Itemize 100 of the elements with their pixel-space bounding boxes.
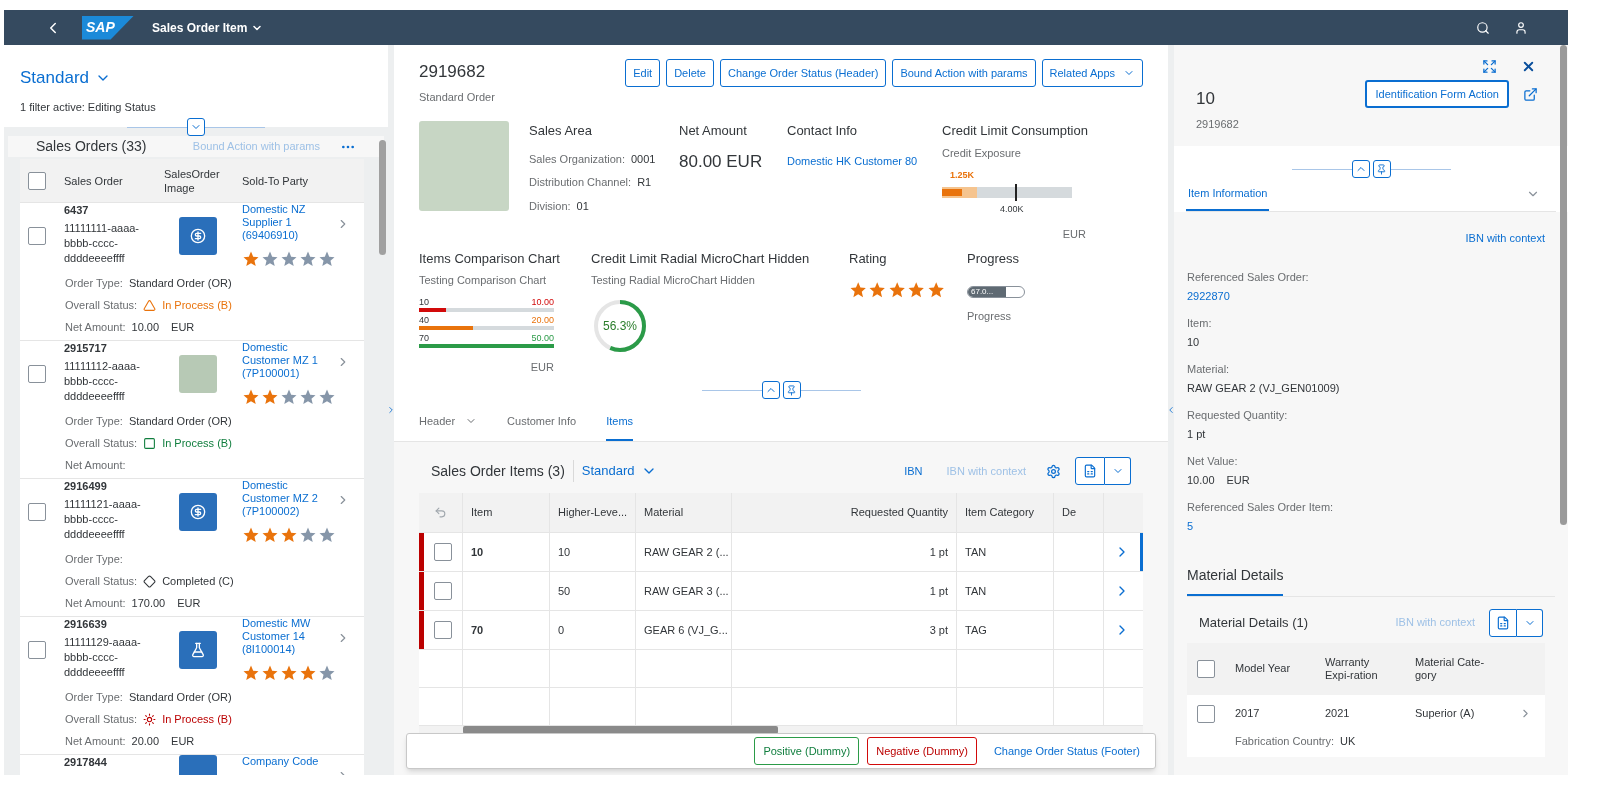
field-value: RAW GEAR 2 (VJ_GEN01009) [1187, 381, 1341, 396]
column-header: De [1054, 493, 1104, 532]
column-header: Item Category [957, 493, 1054, 532]
checkbox[interactable] [28, 502, 46, 521]
variant-selector[interactable]: Standard [581, 461, 657, 481]
footer-button[interactable]: Change Order Status (Footer) [984, 737, 1149, 765]
party-link[interactable]: Company Code [242, 755, 334, 768]
field-label: Fabrication Country: [1235, 733, 1335, 749]
ibn-link[interactable]: IBN with context [1465, 230, 1545, 247]
fullscreen-icon[interactable] [1482, 59, 1497, 74]
field-link[interactable]: 5 [1187, 518, 1194, 535]
export-button[interactable] [1075, 457, 1105, 485]
chevron-right-icon[interactable] [386, 405, 396, 415]
checkbox[interactable] [434, 582, 452, 600]
field-label: Net Value: [1187, 453, 1239, 469]
currency: EUR [171, 733, 195, 749]
table-cell-text: 1 pt [929, 583, 948, 599]
table-cell-text: 0 [558, 622, 565, 638]
checkbox[interactable] [28, 171, 46, 190]
header-action-button[interactable]: Related Apps [1041, 59, 1143, 87]
order-id: 11111121-aaaa-bbbb-cccc-ddddeeeeffff [64, 497, 142, 542]
currency: EUR [1226, 473, 1250, 488]
footer-button[interactable]: Positive (Dummy) [754, 737, 860, 765]
party-link[interactable]: Domestic Customer MZ 1 (7P100001) [242, 341, 334, 380]
scrollbar[interactable] [379, 140, 386, 255]
field-label: Order Type: [65, 275, 123, 291]
bar-value: 10.00 [531, 296, 554, 307]
order-id: 11111111-aaaa-bbbb-cccc-ddddeeeeffff [64, 221, 141, 266]
pin-button[interactable] [782, 381, 801, 399]
order-number: 2915717 [64, 341, 108, 356]
footer-button[interactable]: Negative (Dummy) [867, 737, 977, 765]
app-title-menu[interactable]: Sales Order Item [152, 18, 264, 37]
party-link[interactable]: Domestic MW Customer 14 (8I100014) [242, 617, 334, 656]
header-action-button[interactable]: Bound Action with params [892, 59, 1036, 87]
field-label: Order Type: [65, 551, 123, 567]
field-label: Order Type: [65, 689, 123, 705]
toolbar-button[interactable]: IBN [904, 462, 923, 480]
status-text: In Process (B) [162, 297, 232, 313]
column-header: Warranty Expi-ration [1325, 655, 1379, 682]
table-cell-text: 3 pt [929, 622, 948, 638]
table-cell-text: 50 [558, 583, 571, 599]
scrollbar[interactable] [1560, 45, 1567, 525]
facet-subtitle: Testing Comparison Chart [419, 273, 548, 288]
export-button[interactable] [1489, 608, 1517, 637]
pin-button[interactable] [1372, 160, 1391, 178]
chevron-left-icon[interactable] [1166, 405, 1176, 415]
field-label: Requested Quantity: [1187, 407, 1289, 423]
radial-value: 56.3% [603, 318, 637, 333]
search-icon[interactable] [1476, 20, 1490, 35]
party-link[interactable]: Domestic Customer MZ 2 (7P100002) [242, 479, 334, 518]
triangle-icon [143, 298, 157, 312]
party-link[interactable]: Domestic NZ Supplier 1 (69406910) [242, 203, 334, 242]
header-action-button[interactable]: Delete [666, 59, 714, 87]
star-icon [280, 250, 298, 268]
checkbox[interactable] [434, 543, 452, 561]
dropdown-button[interactable] [1105, 457, 1131, 485]
field-value: 20.00 [131, 733, 160, 749]
order-number: 2916639 [64, 617, 108, 632]
anchor-tab[interactable]: Customer Info [507, 403, 577, 441]
column-header: Sold-To Party [242, 173, 310, 188]
checkbox[interactable] [28, 640, 46, 659]
share-icon[interactable] [1523, 86, 1538, 102]
pin-icon [786, 384, 797, 396]
checkbox[interactable] [28, 226, 46, 245]
bar-label: 10 [419, 296, 429, 307]
undo-icon[interactable] [434, 506, 447, 519]
star-icon [299, 526, 317, 544]
checkbox[interactable] [1197, 659, 1215, 678]
header-action-button[interactable]: Edit [625, 59, 661, 87]
bar-label: 70 [419, 332, 429, 343]
header-action-button[interactable]: Change Order Status (Header) [719, 59, 887, 87]
checkbox[interactable] [28, 364, 46, 383]
star-icon [318, 388, 336, 406]
collapse-button[interactable] [761, 381, 780, 399]
facet-title: Credit Limit Consumption [942, 122, 1089, 140]
dropdown-button[interactable] [1517, 608, 1543, 637]
field-link[interactable]: 2922870 [1187, 288, 1230, 305]
anchor-tab[interactable]: Header [419, 403, 478, 441]
field-value: Standard Order (OR) [128, 689, 232, 705]
variant-selector[interactable]: Standard [20, 65, 111, 91]
checkbox[interactable] [434, 621, 452, 639]
field-label: Order Type: [65, 413, 123, 429]
checkbox[interactable] [1197, 704, 1215, 723]
facet-title: Sales Area [529, 122, 593, 140]
bar-value: 50.00 [531, 332, 554, 343]
contact-link[interactable]: Domestic HK Customer 80 [787, 152, 922, 169]
expand-button[interactable] [187, 118, 205, 136]
column-header: Requested Quantity [732, 493, 957, 532]
user-icon[interactable] [1514, 20, 1528, 35]
section-tab[interactable]: Item Information [1186, 177, 1270, 211]
facet-title: Net Amount [679, 122, 748, 140]
facet-subtitle: Testing Radial MicroChart Hidden [591, 273, 756, 288]
collapse-button[interactable] [1351, 160, 1370, 178]
status-text: In Process (B) [162, 435, 232, 451]
close-icon[interactable] [1521, 59, 1536, 74]
facet-subtitle: Credit Exposure [942, 145, 1022, 161]
settings-icon[interactable] [1046, 463, 1061, 479]
field-label: Overall Status: [65, 711, 138, 727]
star-icon [318, 526, 336, 544]
header-action-button[interactable]: Identification Form Action [1365, 80, 1509, 108]
